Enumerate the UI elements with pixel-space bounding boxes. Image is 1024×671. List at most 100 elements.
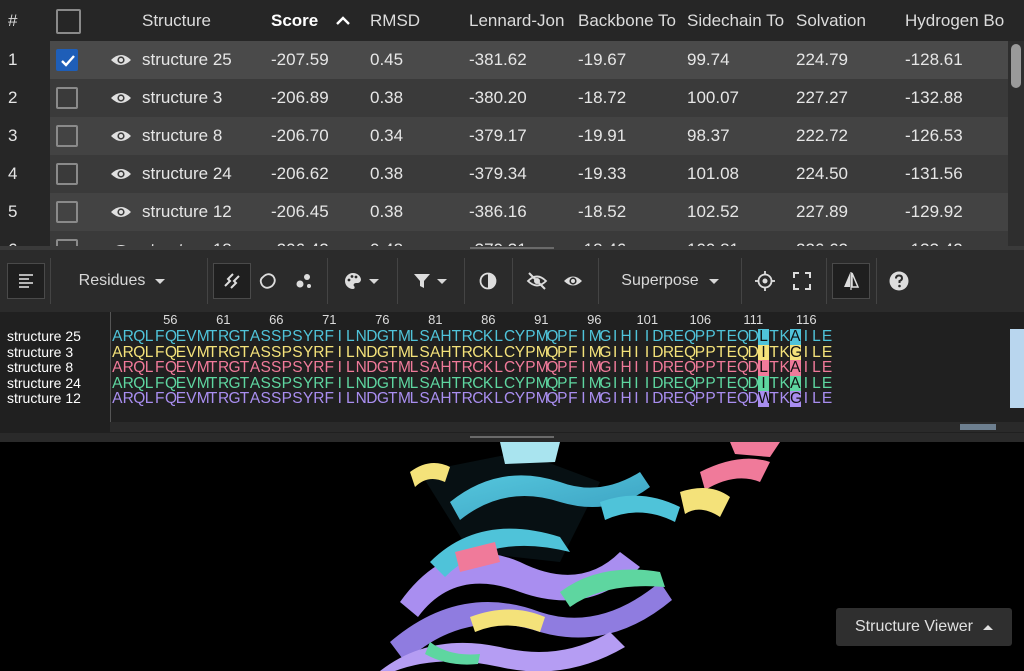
residue[interactable]: M — [197, 391, 210, 407]
residue[interactable]: R — [313, 329, 324, 345]
residue[interactable]: T — [387, 329, 398, 345]
residue[interactable]: P — [695, 360, 706, 376]
superpose-dropdown[interactable]: Superpose — [602, 263, 738, 299]
residue[interactable]: M — [197, 329, 210, 345]
residue[interactable]: E — [822, 344, 833, 361]
residue[interactable]: T — [451, 391, 462, 407]
residue[interactable]: T — [769, 360, 780, 376]
residue[interactable]: W — [758, 391, 773, 407]
residue[interactable]: K — [483, 329, 494, 345]
residue[interactable]: M — [589, 344, 602, 361]
residue[interactable]: P — [705, 329, 716, 345]
residue[interactable]: E — [726, 360, 737, 376]
sequence-splitter[interactable] — [0, 433, 1024, 442]
residue[interactable]: A — [430, 329, 441, 345]
residue[interactable]: A — [112, 391, 123, 407]
residue[interactable]: L — [144, 344, 155, 361]
residue[interactable]: R — [123, 391, 134, 407]
residue[interactable]: H — [621, 376, 632, 392]
residue[interactable]: G — [377, 360, 389, 376]
residue[interactable]: T — [769, 391, 780, 407]
residue[interactable]: A — [112, 344, 123, 361]
residue[interactable]: P — [557, 391, 568, 407]
residue[interactable]: P — [282, 391, 293, 407]
residue[interactable]: R — [218, 391, 229, 407]
residue[interactable]: L — [811, 344, 822, 361]
residue[interactable]: K — [779, 376, 790, 392]
residue[interactable]: M — [398, 391, 411, 407]
contrast-button[interactable] — [472, 263, 504, 299]
residue[interactable]: L — [144, 391, 155, 407]
residue[interactable]: M — [536, 329, 549, 345]
residue[interactable]: I — [642, 360, 653, 376]
column-header-sidechain-torsion[interactable]: Sidechain To — [687, 0, 793, 41]
residue[interactable]: H — [621, 329, 632, 345]
residue[interactable]: I — [610, 391, 621, 407]
residue[interactable]: L — [144, 329, 155, 345]
residue[interactable]: N — [356, 344, 367, 361]
residue[interactable]: G — [377, 329, 389, 345]
residue[interactable]: Q — [737, 360, 749, 376]
residue[interactable]: R — [218, 376, 229, 392]
residue[interactable]: A — [790, 360, 801, 376]
residue[interactable]: E — [726, 376, 737, 392]
sequence-row[interactable]: ARQLFQEVMTRGTASSPSYRF I LNDGTMLSAHTRCKLCYP… — [112, 376, 832, 392]
residue[interactable]: F — [154, 391, 165, 407]
residue[interactable]: Q — [737, 376, 749, 392]
residue[interactable]: H — [621, 344, 632, 361]
residue[interactable]: C — [472, 360, 483, 376]
residue[interactable]: D — [652, 360, 663, 376]
residue[interactable]: I — [642, 376, 653, 392]
residue[interactable]: V — [186, 344, 197, 361]
residue[interactable]: Q — [165, 329, 177, 345]
residue[interactable]: L — [345, 391, 356, 407]
residue[interactable]: Y — [303, 391, 314, 407]
residue[interactable]: T — [769, 344, 780, 361]
residue[interactable]: P — [557, 344, 568, 361]
residue[interactable]: M — [197, 376, 210, 392]
residue[interactable]: F — [568, 344, 579, 361]
residue[interactable]: I — [801, 391, 812, 407]
residue[interactable]: S — [271, 360, 282, 376]
residue[interactable]: Q — [546, 360, 558, 376]
residue[interactable]: T — [239, 376, 250, 392]
visibility-eye-icon[interactable] — [110, 128, 132, 149]
residue[interactable]: L — [493, 360, 504, 376]
structure-3d-viewer[interactable]: Structure Viewer — [0, 442, 1024, 671]
residue[interactable]: Y — [303, 329, 314, 345]
residue[interactable]: F — [568, 391, 579, 407]
residue[interactable]: G — [377, 391, 389, 407]
table-row[interactable]: 2 structure 3 -206.89 0.38 -380.20 -18.72 100.… — [0, 79, 1008, 117]
residue[interactable]: I — [610, 344, 621, 361]
table-row[interactable]: 4 structure 24 -206.62 0.38 -379.34 -19.33 101… — [0, 155, 1008, 193]
residue[interactable]: N — [356, 329, 367, 345]
visibility-eye-icon[interactable] — [110, 204, 132, 225]
residue[interactable]: L — [345, 360, 356, 376]
residue[interactable]: I — [334, 391, 345, 407]
residue[interactable]: P — [695, 391, 706, 407]
residue[interactable]: R — [462, 391, 473, 407]
residue[interactable]: S — [292, 376, 303, 392]
sequence-row[interactable]: ARQLFQEVMTRGTASSPSYRF I LNDGTMLSAHTRCKLCYP… — [112, 344, 833, 361]
residue[interactable]: L — [144, 376, 155, 392]
residue[interactable]: G — [599, 376, 611, 392]
residue[interactable]: Q — [165, 360, 177, 376]
residue[interactable]: I — [334, 360, 345, 376]
residue[interactable]: L — [409, 376, 420, 392]
residue[interactable]: M — [398, 344, 411, 361]
residue[interactable]: E — [822, 391, 833, 407]
residue[interactable]: E — [673, 376, 684, 392]
residue[interactable]: I — [578, 376, 589, 392]
residue[interactable]: L — [409, 360, 420, 376]
column-header-hydrogen-bond[interactable]: Hydrogen Bo — [905, 0, 1008, 41]
residue[interactable]: E — [673, 360, 684, 376]
residue[interactable]: C — [504, 391, 515, 407]
residue[interactable]: E — [176, 329, 187, 345]
residue[interactable]: L — [493, 391, 504, 407]
residue[interactable]: L — [493, 344, 504, 361]
residue[interactable]: I — [631, 329, 642, 345]
residue[interactable]: Q — [684, 344, 696, 361]
residue[interactable]: P — [525, 360, 536, 376]
residue[interactable]: I — [801, 376, 812, 392]
residue[interactable]: K — [483, 391, 494, 407]
